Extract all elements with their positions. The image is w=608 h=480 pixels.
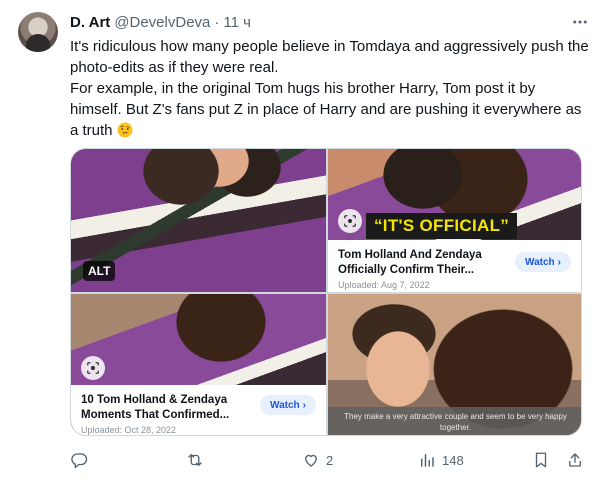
watch-button[interactable]: Watch › [515,252,571,272]
card-upload-date: Uploaded: Oct 28, 2022 [81,425,177,435]
official-banner: “IT'S OFFICIAL” [366,213,518,239]
card-title: 10 Tom Holland & Zendaya Moments That Co… [81,394,230,421]
views-count: 148 [442,452,464,468]
separator: · [214,13,220,31]
tweet-text-line2: For example, in the original Tom hugs hi… [70,78,590,141]
analytics-icon [421,454,434,467]
views-button[interactable]: 148 [418,450,464,470]
share-icon [569,453,581,467]
action-bar: 2 148 [70,450,582,470]
watch-button[interactable]: Watch › [260,395,316,415]
lens-search-icon[interactable] [338,209,362,233]
like-count: 2 [326,452,334,468]
chevron-right-icon: › [557,256,561,268]
media-photo-2[interactable]: “IT'S OFFICIAL” Tom Holland And Zendaya … [328,149,581,292]
bookmark-icon [535,452,547,468]
tweet-text-line2-content: For example, in the original Tom hugs hi… [70,80,582,139]
photo-caption: They make a very attractive couple and s… [328,407,581,435]
lens-search-icon[interactable] [81,356,105,380]
retweet-button[interactable] [186,450,210,470]
face-with-raised-eyebrow-emoji [117,122,133,138]
watch-label: Watch [270,399,300,411]
like-button[interactable]: 2 [302,450,333,470]
media-photo-3[interactable]: 10 Tom Holland & Zendaya Moments That Co… [71,294,326,435]
bookmark-button[interactable] [532,450,550,470]
card-upload-date: Uploaded: Aug 7, 2022 [338,280,430,290]
media-photo-4[interactable]: They make a very attractive couple and s… [328,294,581,435]
tweet-header: D. Art @DevelvDeva · 11 ч [70,12,251,32]
video-card[interactable]: 10 Tom Holland & Zendaya Moments That Co… [71,385,326,435]
avatar[interactable] [18,12,58,52]
video-card[interactable]: Tom Holland And Zendaya Officially Confi… [328,240,581,292]
share-button[interactable] [566,450,584,470]
more-options-icon[interactable] [570,12,590,32]
media-photo-1[interactable]: ALT [71,149,326,292]
heart-icon [305,454,317,467]
author-name[interactable]: D. Art [70,14,110,31]
reply-icon [71,453,88,469]
media-grid: ALT “IT'S OFFICIAL” Tom Holland And Zend… [70,148,582,436]
chevron-right-icon: › [302,399,306,411]
retweet-icon [188,454,202,466]
tweet-text: It's ridiculous how many people believe … [70,36,590,141]
reply-button[interactable] [70,450,94,470]
alt-badge[interactable]: ALT [83,261,116,281]
timestamp[interactable]: 11 ч [223,14,251,31]
author-handle[interactable]: @DevelvDeva [114,14,210,31]
watch-label: Watch [525,256,555,268]
card-title: Tom Holland And Zendaya Officially Confi… [338,249,482,276]
tweet-text-line1: It's ridiculous how many people believe … [70,38,589,76]
